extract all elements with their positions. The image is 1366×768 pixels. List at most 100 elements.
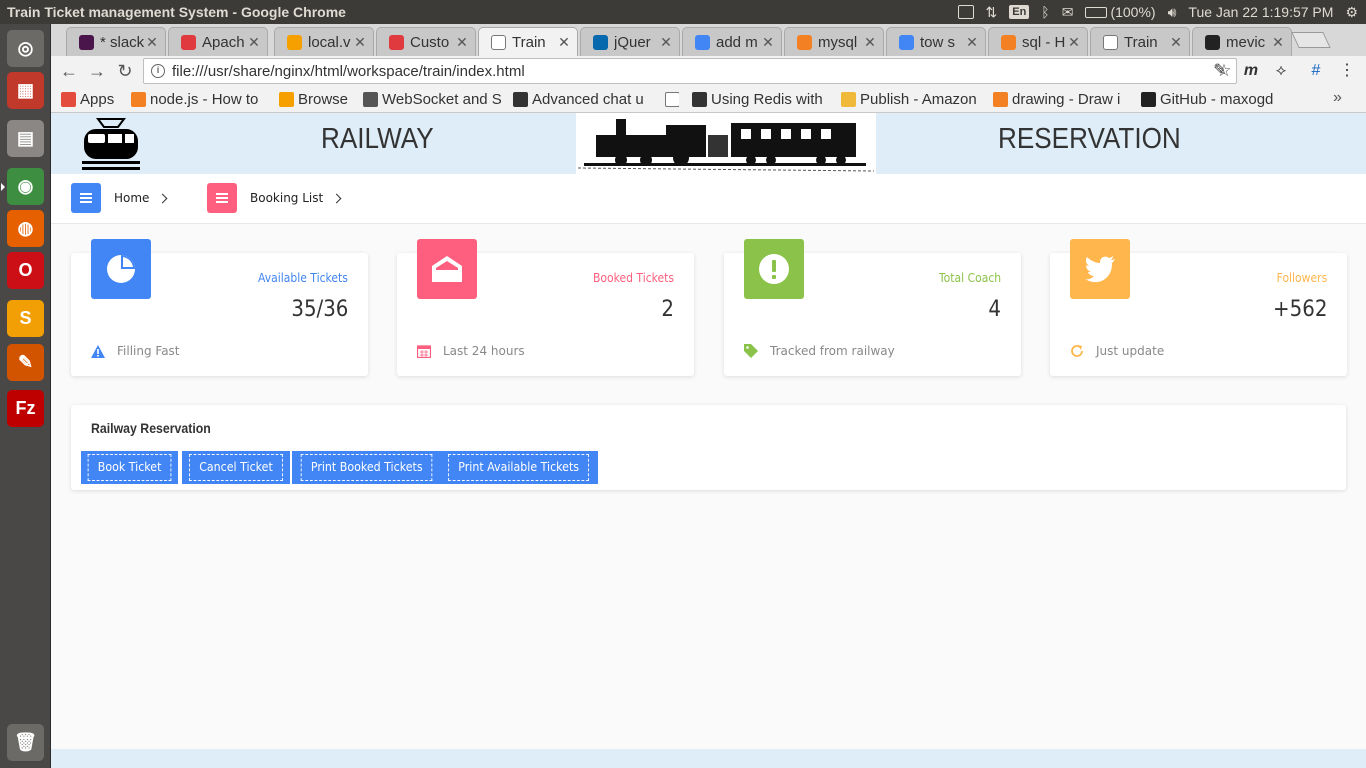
gear-icon[interactable]: ⚙ bbox=[1345, 4, 1358, 21]
tab-favicon-icon bbox=[79, 34, 94, 50]
tab-label: mevic bbox=[1226, 33, 1266, 51]
browser-tab[interactable]: mysql ✕ bbox=[784, 27, 884, 56]
tab-close-icon[interactable]: ✕ bbox=[557, 34, 571, 51]
bookmark-item[interactable]: Advanced chat u bbox=[513, 90, 653, 109]
network-icon[interactable]: ⇅ bbox=[986, 4, 998, 21]
cancel-ticket-button[interactable]: Cancel Ticket bbox=[182, 451, 290, 484]
browser-tab[interactable]: mevic ✕ bbox=[1192, 27, 1292, 56]
print-booked-tickets-button[interactable]: Print Booked Tickets bbox=[292, 451, 442, 484]
browser-tab[interactable]: Custo ✕ bbox=[376, 27, 476, 56]
header-title-left: RAILWAY bbox=[321, 123, 434, 155]
ubuntu-dash-icon[interactable]: ◎ bbox=[7, 30, 44, 67]
mail-icon[interactable]: ✉ bbox=[1062, 4, 1074, 21]
bookmark-favicon-icon bbox=[61, 92, 76, 107]
tab-close-icon[interactable]: ✕ bbox=[353, 34, 367, 51]
sublime-text-icon[interactable]: S bbox=[7, 300, 44, 337]
bookmark-item[interactable]: drawing - Draw i bbox=[993, 90, 1133, 109]
trash-icon[interactable]: 🗑︎ bbox=[7, 724, 44, 761]
forward-arrow-icon[interactable]: → bbox=[86, 60, 108, 82]
browser-tab[interactable]: * slack ✕ bbox=[66, 27, 166, 56]
text-editor-icon[interactable]: ✎ bbox=[7, 344, 44, 381]
list-icon bbox=[71, 183, 101, 213]
twitter-icon bbox=[1070, 239, 1130, 299]
tab-label: tow s bbox=[920, 33, 956, 51]
tab-close-icon[interactable]: ✕ bbox=[965, 34, 979, 51]
chevron-right-icon bbox=[157, 193, 168, 203]
stat-footer: Just update bbox=[1070, 344, 1164, 358]
tab-label: Train bbox=[512, 33, 546, 51]
book-ticket-button[interactable]: Book Ticket bbox=[81, 451, 179, 484]
bookmark-item[interactable]: Apps bbox=[61, 90, 121, 109]
browser-tab[interactable]: Train ✕ bbox=[478, 27, 578, 56]
keyboard-language[interactable]: En bbox=[1009, 5, 1030, 19]
url-text[interactable]: file:///usr/share/nginx/html/workspace/t… bbox=[172, 63, 1212, 80]
stat-title: Available Tickets bbox=[258, 271, 348, 285]
tab-label: * slack bbox=[100, 33, 145, 51]
color-picker-extension-icon[interactable]: ✎ bbox=[1210, 61, 1230, 81]
clock[interactable]: Tue Jan 22 1:19:57 PM bbox=[1188, 4, 1333, 20]
address-bar[interactable]: i file:///usr/share/nginx/html/workspace… bbox=[143, 58, 1237, 84]
opera-icon[interactable]: O bbox=[7, 252, 44, 289]
system-monitor-icon[interactable]: ▦ bbox=[7, 72, 44, 109]
bookmark-item[interactable]: GitHub - maxogd bbox=[1141, 90, 1291, 109]
tab-close-icon[interactable]: ✕ bbox=[145, 34, 159, 51]
battery-indicator[interactable]: (100%) bbox=[1085, 4, 1156, 20]
breadcrumb-booking-list[interactable]: Booking List bbox=[207, 183, 342, 213]
tab-label: Custo bbox=[410, 33, 450, 51]
bookmark-label: Apps bbox=[80, 91, 115, 108]
tab-close-icon[interactable]: ✕ bbox=[863, 34, 877, 51]
tab-favicon-icon bbox=[593, 34, 608, 50]
bookmark-label: node.js - How to bbox=[150, 91, 259, 108]
browser-tab[interactable]: sql - H ✕ bbox=[988, 27, 1088, 56]
page-footer bbox=[51, 749, 1366, 768]
bookmark-item[interactable]: Publish - Amazon bbox=[841, 90, 981, 109]
reload-icon[interactable]: ↻ bbox=[114, 60, 136, 82]
grid-extension-icon[interactable]: # bbox=[1306, 61, 1326, 81]
browser-tab[interactable]: add m ✕ bbox=[682, 27, 782, 56]
bluetooth-icon[interactable]: ᛒ bbox=[1041, 4, 1049, 20]
button-label: Print Booked Tickets bbox=[300, 454, 433, 481]
tab-favicon-icon bbox=[695, 34, 710, 50]
browser-tab[interactable]: Apach ✕ bbox=[168, 27, 268, 56]
volume-icon[interactable]: 🔊︎ bbox=[1168, 4, 1177, 21]
stat-title: Booked Tickets bbox=[592, 271, 674, 285]
bookmark-favicon-icon bbox=[279, 92, 294, 107]
tab-label: sql - H bbox=[1022, 33, 1066, 51]
tab-close-icon[interactable]: ✕ bbox=[1169, 34, 1183, 51]
print-available-tickets-button[interactable]: Print Available Tickets bbox=[439, 451, 599, 484]
train-logo-icon bbox=[82, 118, 140, 170]
chrome-icon[interactable]: ◉ bbox=[1, 168, 44, 205]
filezilla-icon[interactable]: Fz bbox=[7, 390, 44, 427]
bookmark-item[interactable]: Using Redis with bbox=[692, 90, 827, 109]
bookmark-item[interactable]: node.js - How to bbox=[131, 90, 271, 109]
browser-tab[interactable]: local.v ✕ bbox=[274, 27, 374, 56]
menu-kebab-icon[interactable]: ⋮ bbox=[1337, 61, 1357, 81]
tab-close-icon[interactable]: ✕ bbox=[1271, 34, 1285, 51]
firefox-icon[interactable]: ◍ bbox=[7, 210, 44, 247]
breadcrumb-home[interactable]: Home bbox=[71, 183, 168, 213]
tab-favicon-icon bbox=[181, 34, 196, 50]
back-arrow-icon[interactable]: ← bbox=[58, 60, 80, 82]
tab-close-icon[interactable]: ✕ bbox=[455, 34, 469, 51]
tab-close-icon[interactable]: ✕ bbox=[761, 34, 775, 51]
browser-tab[interactable]: Train ✕ bbox=[1090, 27, 1190, 56]
bookmarks-overflow-icon[interactable]: » bbox=[1333, 89, 1342, 107]
bookmark-item[interactable] bbox=[665, 90, 679, 109]
new-tab-button[interactable] bbox=[1291, 32, 1331, 48]
info-icon[interactable]: i bbox=[151, 64, 165, 78]
bookmark-item[interactable]: WebSocket and S bbox=[363, 90, 503, 109]
browser-tab[interactable]: tow s ✕ bbox=[886, 27, 986, 56]
files-icon[interactable]: ▤ bbox=[7, 120, 44, 157]
tab-favicon-icon bbox=[1205, 34, 1220, 50]
clipboard-indicator-icon[interactable] bbox=[957, 5, 974, 19]
m-extension-icon[interactable]: m bbox=[1241, 61, 1261, 81]
tab-close-icon[interactable]: ✕ bbox=[247, 34, 261, 51]
tab-close-icon[interactable]: ✕ bbox=[659, 34, 673, 51]
node-extension-icon[interactable]: ⟡ bbox=[1271, 61, 1291, 81]
bookmark-favicon-icon bbox=[841, 92, 856, 107]
browser-tab[interactable]: jQuer ✕ bbox=[580, 27, 680, 56]
button-label: Print Available Tickets bbox=[448, 454, 590, 481]
tab-close-icon[interactable]: ✕ bbox=[1067, 34, 1081, 51]
exclamation-icon bbox=[744, 239, 804, 299]
browser-toolbar: ← → ↻ i file:///usr/share/nginx/html/wor… bbox=[51, 56, 1366, 86]
